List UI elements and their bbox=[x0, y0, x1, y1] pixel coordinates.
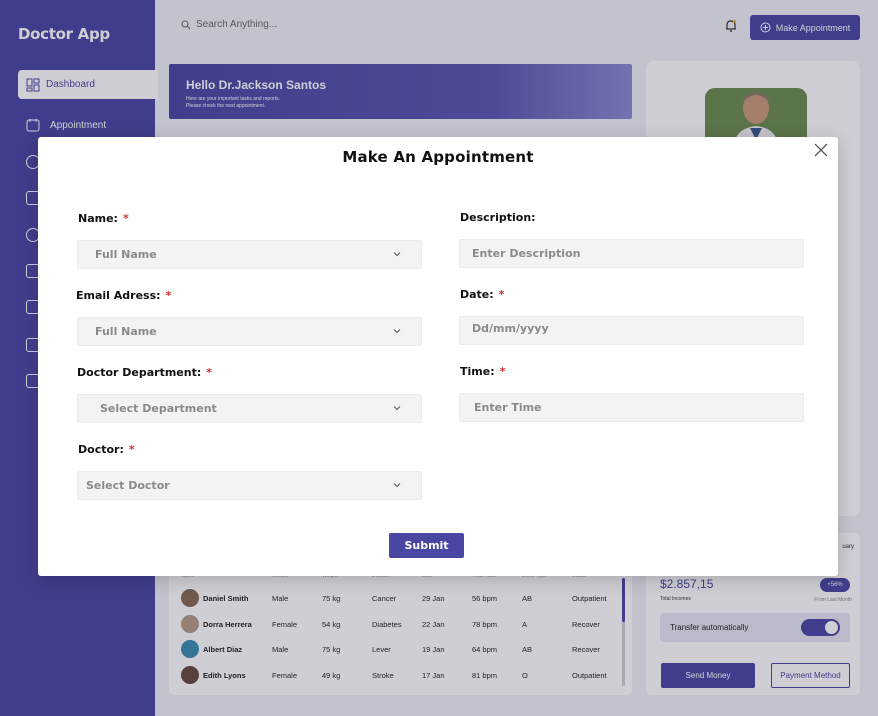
doctor-label: Doctor: * bbox=[78, 443, 135, 456]
time-label-text: Time: bbox=[460, 365, 495, 378]
modal-title: Make An Appointment bbox=[342, 148, 534, 166]
required-marker: * bbox=[122, 212, 129, 225]
description-input[interactable] bbox=[459, 239, 804, 268]
email-field[interactable]: Full Name bbox=[77, 317, 422, 346]
time-label: Time: * bbox=[460, 365, 505, 378]
email-placeholder: Full Name bbox=[95, 325, 157, 338]
name-placeholder: Full Name bbox=[95, 248, 157, 261]
date-input[interactable] bbox=[459, 316, 804, 345]
chevron-down-icon bbox=[393, 483, 401, 488]
description-text-input[interactable] bbox=[472, 247, 803, 260]
chevron-down-icon bbox=[393, 252, 401, 257]
name-label-text: Name: bbox=[78, 212, 118, 225]
doctor-label-text: Doctor: bbox=[78, 443, 124, 456]
time-input[interactable] bbox=[459, 393, 804, 422]
doctor-placeholder: Select Doctor bbox=[86, 479, 170, 492]
required-marker: * bbox=[165, 289, 172, 302]
chevron-down-icon bbox=[393, 406, 401, 411]
description-label-text: Description: bbox=[460, 211, 536, 224]
required-marker: * bbox=[206, 366, 213, 379]
name-label: Name: * bbox=[78, 212, 129, 225]
date-text-input[interactable] bbox=[472, 322, 803, 335]
description-label: Description: bbox=[460, 211, 536, 224]
name-field[interactable]: Full Name bbox=[77, 240, 422, 269]
department-select[interactable]: Select Department bbox=[77, 394, 422, 423]
appointment-modal: Make An Appointment Name: * Full Name Ema… bbox=[38, 137, 838, 576]
email-label-text: Email Adress: bbox=[76, 289, 161, 302]
date-label-text: Date: bbox=[460, 288, 494, 301]
email-label: Email Adress: * bbox=[76, 289, 171, 302]
department-placeholder: Select Department bbox=[100, 402, 217, 415]
department-label: Doctor Department: * bbox=[77, 366, 212, 379]
close-icon[interactable] bbox=[814, 143, 828, 157]
required-marker: * bbox=[498, 288, 505, 301]
date-label: Date: * bbox=[460, 288, 504, 301]
doctor-select[interactable]: Select Doctor bbox=[77, 471, 422, 500]
time-text-input[interactable] bbox=[474, 401, 803, 414]
required-marker: * bbox=[128, 443, 135, 456]
department-label-text: Doctor Department: bbox=[77, 366, 202, 379]
chevron-down-icon bbox=[393, 329, 401, 334]
required-marker: * bbox=[499, 365, 506, 378]
submit-button[interactable]: Submit bbox=[389, 533, 464, 558]
